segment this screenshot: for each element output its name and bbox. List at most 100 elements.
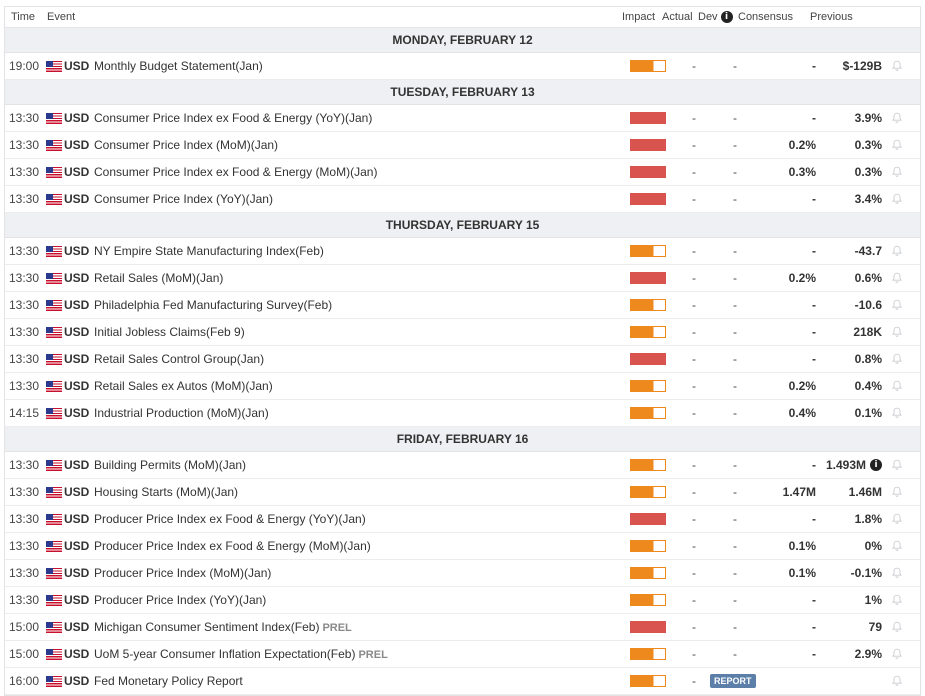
bell-icon[interactable] <box>882 567 912 579</box>
bell-icon[interactable] <box>882 326 912 338</box>
event-name[interactable]: Monthly Budget Statement(Jan) <box>94 59 263 73</box>
table-row[interactable]: 13:30 USD Retail Sales (MoM)(Jan) - - 0.2% 0.6… <box>5 265 920 292</box>
bell-icon[interactable] <box>882 513 912 525</box>
header-impact[interactable]: Impact <box>622 11 662 23</box>
table-row[interactable]: 13:30 USD Consumer Price Index ex Food & E… <box>5 105 920 132</box>
bell-icon[interactable] <box>882 299 912 311</box>
header-previous[interactable]: Previous <box>810 11 920 23</box>
bell-icon[interactable] <box>882 540 912 552</box>
previous-value: 0.6% <box>854 271 882 285</box>
table-row[interactable]: 13:30 USD Philadelphia Fed Manufacturing S… <box>5 292 920 319</box>
event-name[interactable]: Producer Price Index ex Food & Energy (Y… <box>94 512 366 526</box>
impact-cell <box>630 353 678 365</box>
header-actual[interactable]: Actual <box>662 11 698 23</box>
consensus-value: - <box>812 298 816 312</box>
table-row[interactable]: 16:00 USD Fed Monetary Policy Report - REPOR… <box>5 668 920 695</box>
currency-code: USD <box>64 485 90 499</box>
event-name[interactable]: NY Empire State Manufacturing Index(Feb) <box>94 244 324 258</box>
table-row[interactable]: 13:30 USD Building Permits (MoM)(Jan) - - -1.… <box>5 452 920 479</box>
impact-bar <box>630 380 666 392</box>
event-name[interactable]: Philadelphia Fed Manufacturing Survey(Fe… <box>94 298 332 312</box>
header-consensus[interactable]: Consensus <box>738 11 810 23</box>
info-icon[interactable]: i <box>870 459 882 471</box>
event-time: 13:30 <box>9 485 40 499</box>
event-name[interactable]: Producer Price Index (MoM)(Jan) <box>94 566 271 580</box>
table-row[interactable]: 13:30 USD NY Empire State Manufacturing In… <box>5 238 920 265</box>
previous-value: 1.493M <box>825 458 866 472</box>
bell-icon[interactable] <box>882 245 912 257</box>
event-name-cell: Initial Jobless Claims(Feb 9) <box>94 325 630 339</box>
bell-icon[interactable] <box>882 60 912 72</box>
info-icon[interactable]: i <box>720 11 733 23</box>
bell-icon[interactable] <box>882 272 912 284</box>
bell-icon[interactable] <box>882 166 912 178</box>
table-row[interactable]: 15:00 USD Michigan Consumer Sentiment Inde… <box>5 614 920 641</box>
event-name[interactable]: Building Permits (MoM)(Jan) <box>94 458 246 472</box>
event-time: 13:30 <box>9 352 40 366</box>
bell-icon[interactable] <box>882 486 912 498</box>
event-name-cell: Philadelphia Fed Manufacturing Survey(Fe… <box>94 298 630 312</box>
table-row[interactable]: 13:30 USD Consumer Price Index (MoM)(Jan) -… <box>5 132 920 159</box>
event-name[interactable]: Fed Monetary Policy Report <box>94 674 243 688</box>
currency-code: USD <box>64 647 90 661</box>
consensus-value: 1.47M <box>782 485 816 499</box>
event-name[interactable]: Housing Starts (MoM)(Jan) <box>94 485 238 499</box>
event-name[interactable]: Retail Sales Control Group(Jan) <box>94 352 264 366</box>
table-row[interactable]: 13:30 USD Consumer Price Index (YoY)(Jan) -… <box>5 186 920 213</box>
table-row[interactable]: 13:30 USD Retail Sales ex Autos (MoM)(Jan)… <box>5 373 920 400</box>
event-name[interactable]: Initial Jobless Claims(Feb 9) <box>94 325 245 339</box>
bell-icon[interactable] <box>882 112 912 124</box>
event-name[interactable]: Producer Price Index ex Food & Energy (M… <box>94 539 371 553</box>
table-row[interactable]: 13:30 USD Producer Price Index ex Food & E… <box>5 533 920 560</box>
impact-bar <box>630 567 666 579</box>
impact-bar <box>630 407 666 419</box>
consensus-value: - <box>812 458 816 472</box>
header-dev-label[interactable]: Dev <box>698 11 718 23</box>
impact-bar <box>630 245 666 257</box>
us-flag-icon <box>46 675 62 687</box>
table-row[interactable]: 13:30 USD Producer Price Index (YoY)(Jan) -… <box>5 587 920 614</box>
table-row[interactable]: 13:30 USD Producer Price Index (MoM)(Jan) -… <box>5 560 920 587</box>
table-row[interactable]: 13:30 USD Initial Jobless Claims(Feb 9) - - -… <box>5 319 920 346</box>
bell-icon[interactable] <box>882 459 912 471</box>
bell-icon[interactable] <box>882 193 912 205</box>
bell-icon[interactable] <box>882 621 912 633</box>
table-row[interactable]: 13:30 USD Retail Sales Control Group(Jan) -… <box>5 346 920 373</box>
bell-icon[interactable] <box>882 648 912 660</box>
actual-value: - <box>692 59 696 73</box>
event-name[interactable]: Retail Sales (MoM)(Jan) <box>94 271 223 285</box>
table-row[interactable]: 14:15 USD Industrial Production (MoM)(Jan)… <box>5 400 920 427</box>
table-row[interactable]: 15:00 USD UoM 5-year Consumer Inflation Ex… <box>5 641 920 668</box>
previous-value: 0.4% <box>854 379 882 393</box>
header-time[interactable]: Time <box>5 11 47 23</box>
bell-icon[interactable] <box>882 380 912 392</box>
report-button[interactable]: REPORT <box>710 674 756 688</box>
bell-icon[interactable] <box>882 353 912 365</box>
event-name[interactable]: Industrial Production (MoM)(Jan) <box>94 406 269 420</box>
currency-code: USD <box>64 566 90 580</box>
us-flag-icon <box>46 193 62 205</box>
report-cell: REPORT <box>710 674 848 688</box>
bell-icon[interactable] <box>882 139 912 151</box>
event-name[interactable]: Michigan Consumer Sentiment Index(Feb) <box>94 620 319 634</box>
event-name[interactable]: Consumer Price Index ex Food & Energy (M… <box>94 165 377 179</box>
impact-cell <box>630 166 678 178</box>
event-name[interactable]: Retail Sales ex Autos (MoM)(Jan) <box>94 379 273 393</box>
event-name[interactable]: Consumer Price Index (MoM)(Jan) <box>94 138 278 152</box>
actual-value: - <box>692 593 696 607</box>
header-event[interactable]: Event <box>47 11 622 23</box>
bell-icon[interactable] <box>882 594 912 606</box>
consensus-value: - <box>812 59 816 73</box>
bell-icon[interactable] <box>882 407 912 419</box>
event-name[interactable]: Consumer Price Index ex Food & Energy (Y… <box>94 111 372 125</box>
bell-icon[interactable] <box>882 675 912 687</box>
event-name[interactable]: UoM 5-year Consumer Inflation Expectatio… <box>94 647 355 661</box>
event-name[interactable]: Consumer Price Index (YoY)(Jan) <box>94 192 273 206</box>
event-name[interactable]: Producer Price Index (YoY)(Jan) <box>94 593 266 607</box>
table-row[interactable]: 13:30 USD Producer Price Index ex Food & E… <box>5 506 920 533</box>
table-row[interactable]: 13:30 USD Consumer Price Index ex Food & E… <box>5 159 920 186</box>
table-row[interactable]: 19:00 USD Monthly Budget Statement(Jan) - - -… <box>5 53 920 80</box>
currency-code: USD <box>64 406 90 420</box>
consensus-value: 0.2% <box>788 138 816 152</box>
table-row[interactable]: 13:30 USD Housing Starts (MoM)(Jan) - - 1.47M… <box>5 479 920 506</box>
